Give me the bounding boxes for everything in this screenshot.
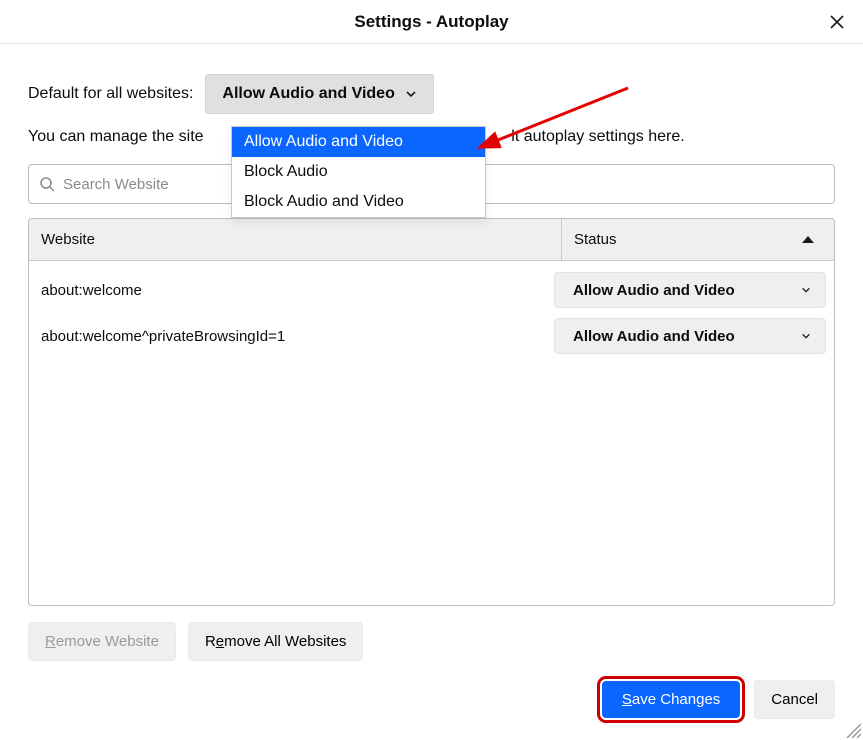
cell-website: about:welcome: [37, 282, 554, 299]
default-label: Default for all websites:: [28, 85, 193, 103]
close-button[interactable]: [825, 10, 849, 34]
dropdown-option-allow-audio-video[interactable]: Allow Audio and Video: [232, 127, 485, 157]
footer-row-left: Remove Website Remove All Websites: [28, 622, 835, 661]
column-header-status[interactable]: Status: [562, 219, 834, 260]
titlebar: Settings - Autoplay: [0, 0, 863, 44]
remove-website-rest: emove Website: [56, 633, 159, 650]
dropdown-option-block-audio-video[interactable]: Block Audio and Video: [232, 187, 485, 217]
sort-ascending-icon: [802, 236, 814, 243]
remove-website-button[interactable]: Remove Website: [28, 622, 176, 661]
search-icon: [39, 176, 55, 192]
description-after: lt autoplay settings here.: [511, 128, 684, 145]
default-select[interactable]: Allow Audio and Video: [205, 74, 433, 114]
resize-grip[interactable]: [843, 720, 861, 738]
row-status-value: Allow Audio and Video: [573, 282, 735, 299]
description-before: You can manage the site: [28, 128, 204, 145]
cancel-button[interactable]: Cancel: [754, 680, 835, 719]
settings-dialog: Settings - Autoplay Default for all webs…: [0, 0, 863, 740]
chevron-down-icon: [801, 331, 811, 341]
save-button-highlight: Save Changes: [600, 679, 742, 720]
close-icon: [829, 14, 845, 30]
footer-row-right: Save Changes Cancel: [600, 679, 835, 720]
save-changes-button[interactable]: Save Changes: [602, 681, 740, 718]
table-body: about:welcome Allow Audio and Video abou…: [29, 261, 834, 365]
website-table: Website Status about:welcome Allow Audio…: [28, 218, 835, 606]
resize-grip-icon: [843, 720, 861, 738]
table-header: Website Status: [29, 219, 834, 261]
table-row[interactable]: about:welcome^privateBrowsingId=1 Allow …: [37, 313, 826, 359]
chevron-down-icon: [801, 285, 811, 295]
cell-website: about:welcome^privateBrowsingId=1: [37, 328, 554, 345]
table-row[interactable]: about:welcome Allow Audio and Video: [37, 267, 826, 313]
dialog-title: Settings - Autoplay: [354, 12, 508, 32]
default-row: Default for all websites: Allow Audio an…: [28, 74, 835, 114]
dropdown-option-block-audio[interactable]: Block Audio: [232, 157, 485, 187]
remove-all-button[interactable]: Remove All Websites: [188, 622, 363, 661]
row-status-value: Allow Audio and Video: [573, 328, 735, 345]
chevron-down-icon: [405, 88, 417, 100]
row-status-select[interactable]: Allow Audio and Video: [554, 318, 826, 354]
default-select-dropdown[interactable]: Allow Audio and Video Block Audio Block …: [231, 126, 486, 218]
row-status-select[interactable]: Allow Audio and Video: [554, 272, 826, 308]
column-header-website[interactable]: Website: [29, 219, 562, 260]
default-select-value: Allow Audio and Video: [222, 85, 394, 103]
